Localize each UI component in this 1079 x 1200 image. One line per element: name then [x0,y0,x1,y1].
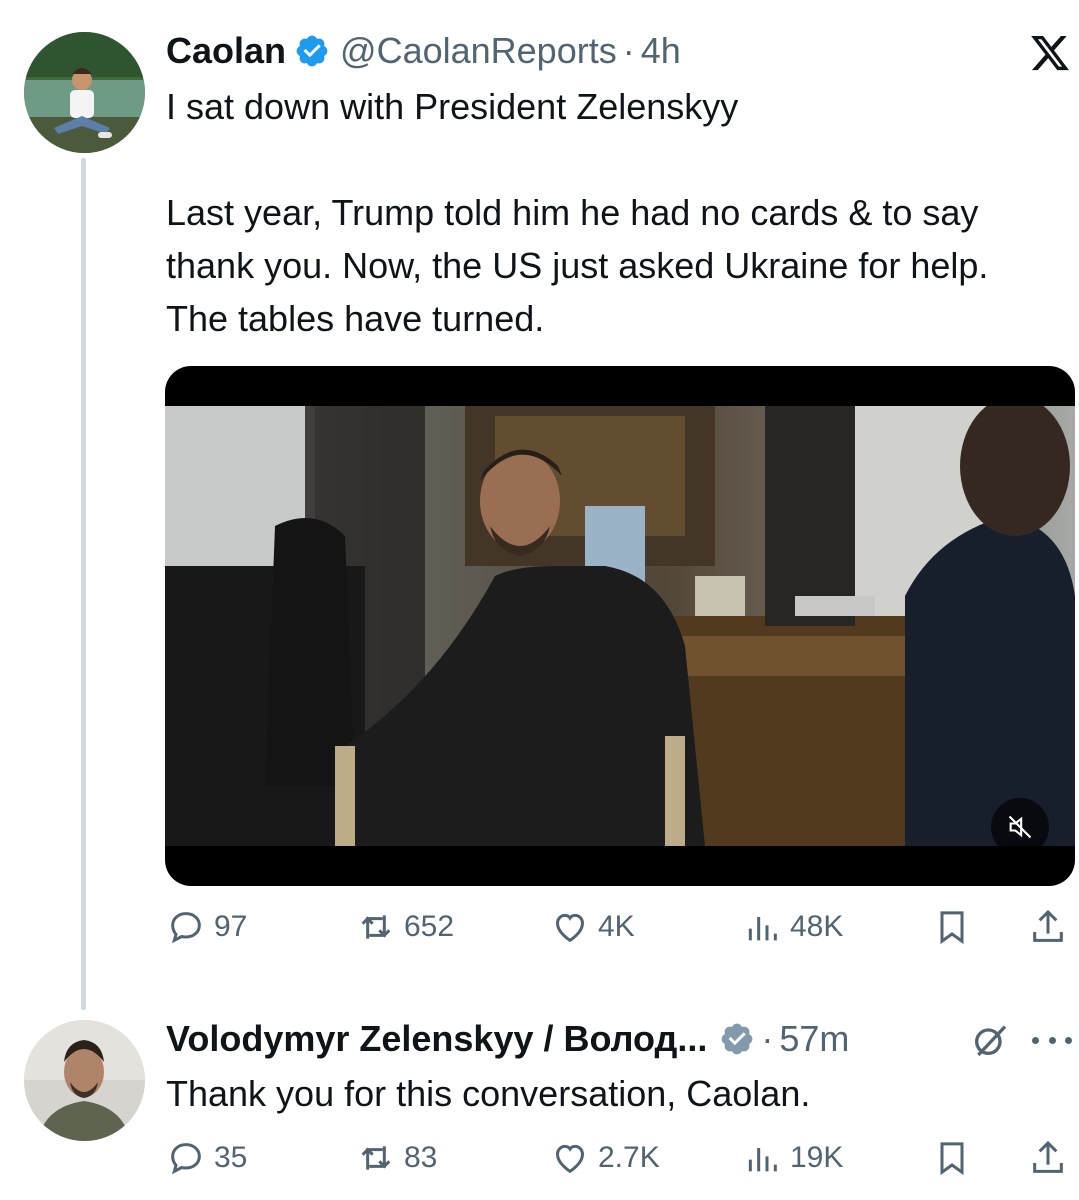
verified-badge-icon [294,33,330,69]
like-button[interactable]: 2.7K [550,1138,660,1178]
like-count: 2.7K [598,1141,660,1174]
bookmark-icon [940,911,964,945]
like-button[interactable]: 4K [550,907,635,947]
views-icon [748,1148,777,1172]
repost-icon [361,915,391,939]
repost-button[interactable]: 652 [356,907,454,947]
thread-connector-line [81,158,86,1010]
heart-icon [555,913,585,943]
share-button[interactable] [1028,1138,1068,1178]
bookmark-icon [940,1142,964,1176]
repost-count: 652 [404,910,455,943]
meta-separator: · [761,1018,774,1059]
share-icon [1033,909,1063,942]
reply-author-name[interactable]: Volodymyr Zelenskyy / Волод... [166,1021,707,1057]
share-icon [1033,1140,1063,1173]
grok-icon[interactable] [970,1020,1010,1060]
meta-separator: · [622,30,635,71]
views-count: 19K [790,1141,844,1174]
share-button[interactable] [1028,907,1068,947]
verified-badge-icon [719,1021,755,1057]
heart-icon [555,1144,585,1174]
author-name[interactable]: Caolan [166,33,286,69]
tweet-timestamp[interactable]: 4h [641,33,681,69]
speaker-muted-icon [1008,815,1032,839]
reply-header: Volodymyr Zelenskyy / Волод... · 57m [166,1021,849,1057]
video-frame [165,406,1075,846]
repost-icon [361,1146,391,1170]
video-player[interactable] [165,366,1075,886]
reply-button[interactable]: 35 [166,1138,247,1178]
tweet-header: Caolan @CaolanReports · 4h [166,33,681,69]
reply-count: 35 [214,1141,248,1174]
x-logo-icon[interactable] [1028,32,1072,74]
bookmark-button[interactable] [932,907,972,947]
reply-count: 97 [214,910,248,943]
author-avatar[interactable] [24,32,145,153]
views-button[interactable]: 48K [742,907,843,947]
reply-author-avatar[interactable] [24,1020,145,1141]
reply-text: Thank you for this conversation, Caolan. [166,1073,811,1114]
reply-icon [171,912,201,944]
repost-button[interactable]: 83 [356,1138,437,1178]
views-icon [748,917,777,941]
tweet-actions: 97 652 4K 48K [166,907,1076,957]
repost-count: 83 [404,1141,438,1174]
more-icon[interactable] [1032,1030,1072,1050]
bookmark-button[interactable] [932,1138,972,1178]
views-button[interactable]: 19K [742,1138,843,1178]
views-count: 48K [790,910,844,943]
tweet-text: I sat down with President Zelenskyy Last… [166,86,989,339]
reply-timestamp[interactable]: 57m [779,1021,849,1057]
like-count: 4K [598,910,635,943]
reply-button[interactable]: 97 [166,907,247,947]
reply-icon [171,1143,201,1175]
reply-actions: 35 83 2.7K 19K [166,1138,1076,1188]
mute-toggle-button[interactable] [991,798,1049,856]
author-handle[interactable]: @CaolanReports [340,33,617,69]
